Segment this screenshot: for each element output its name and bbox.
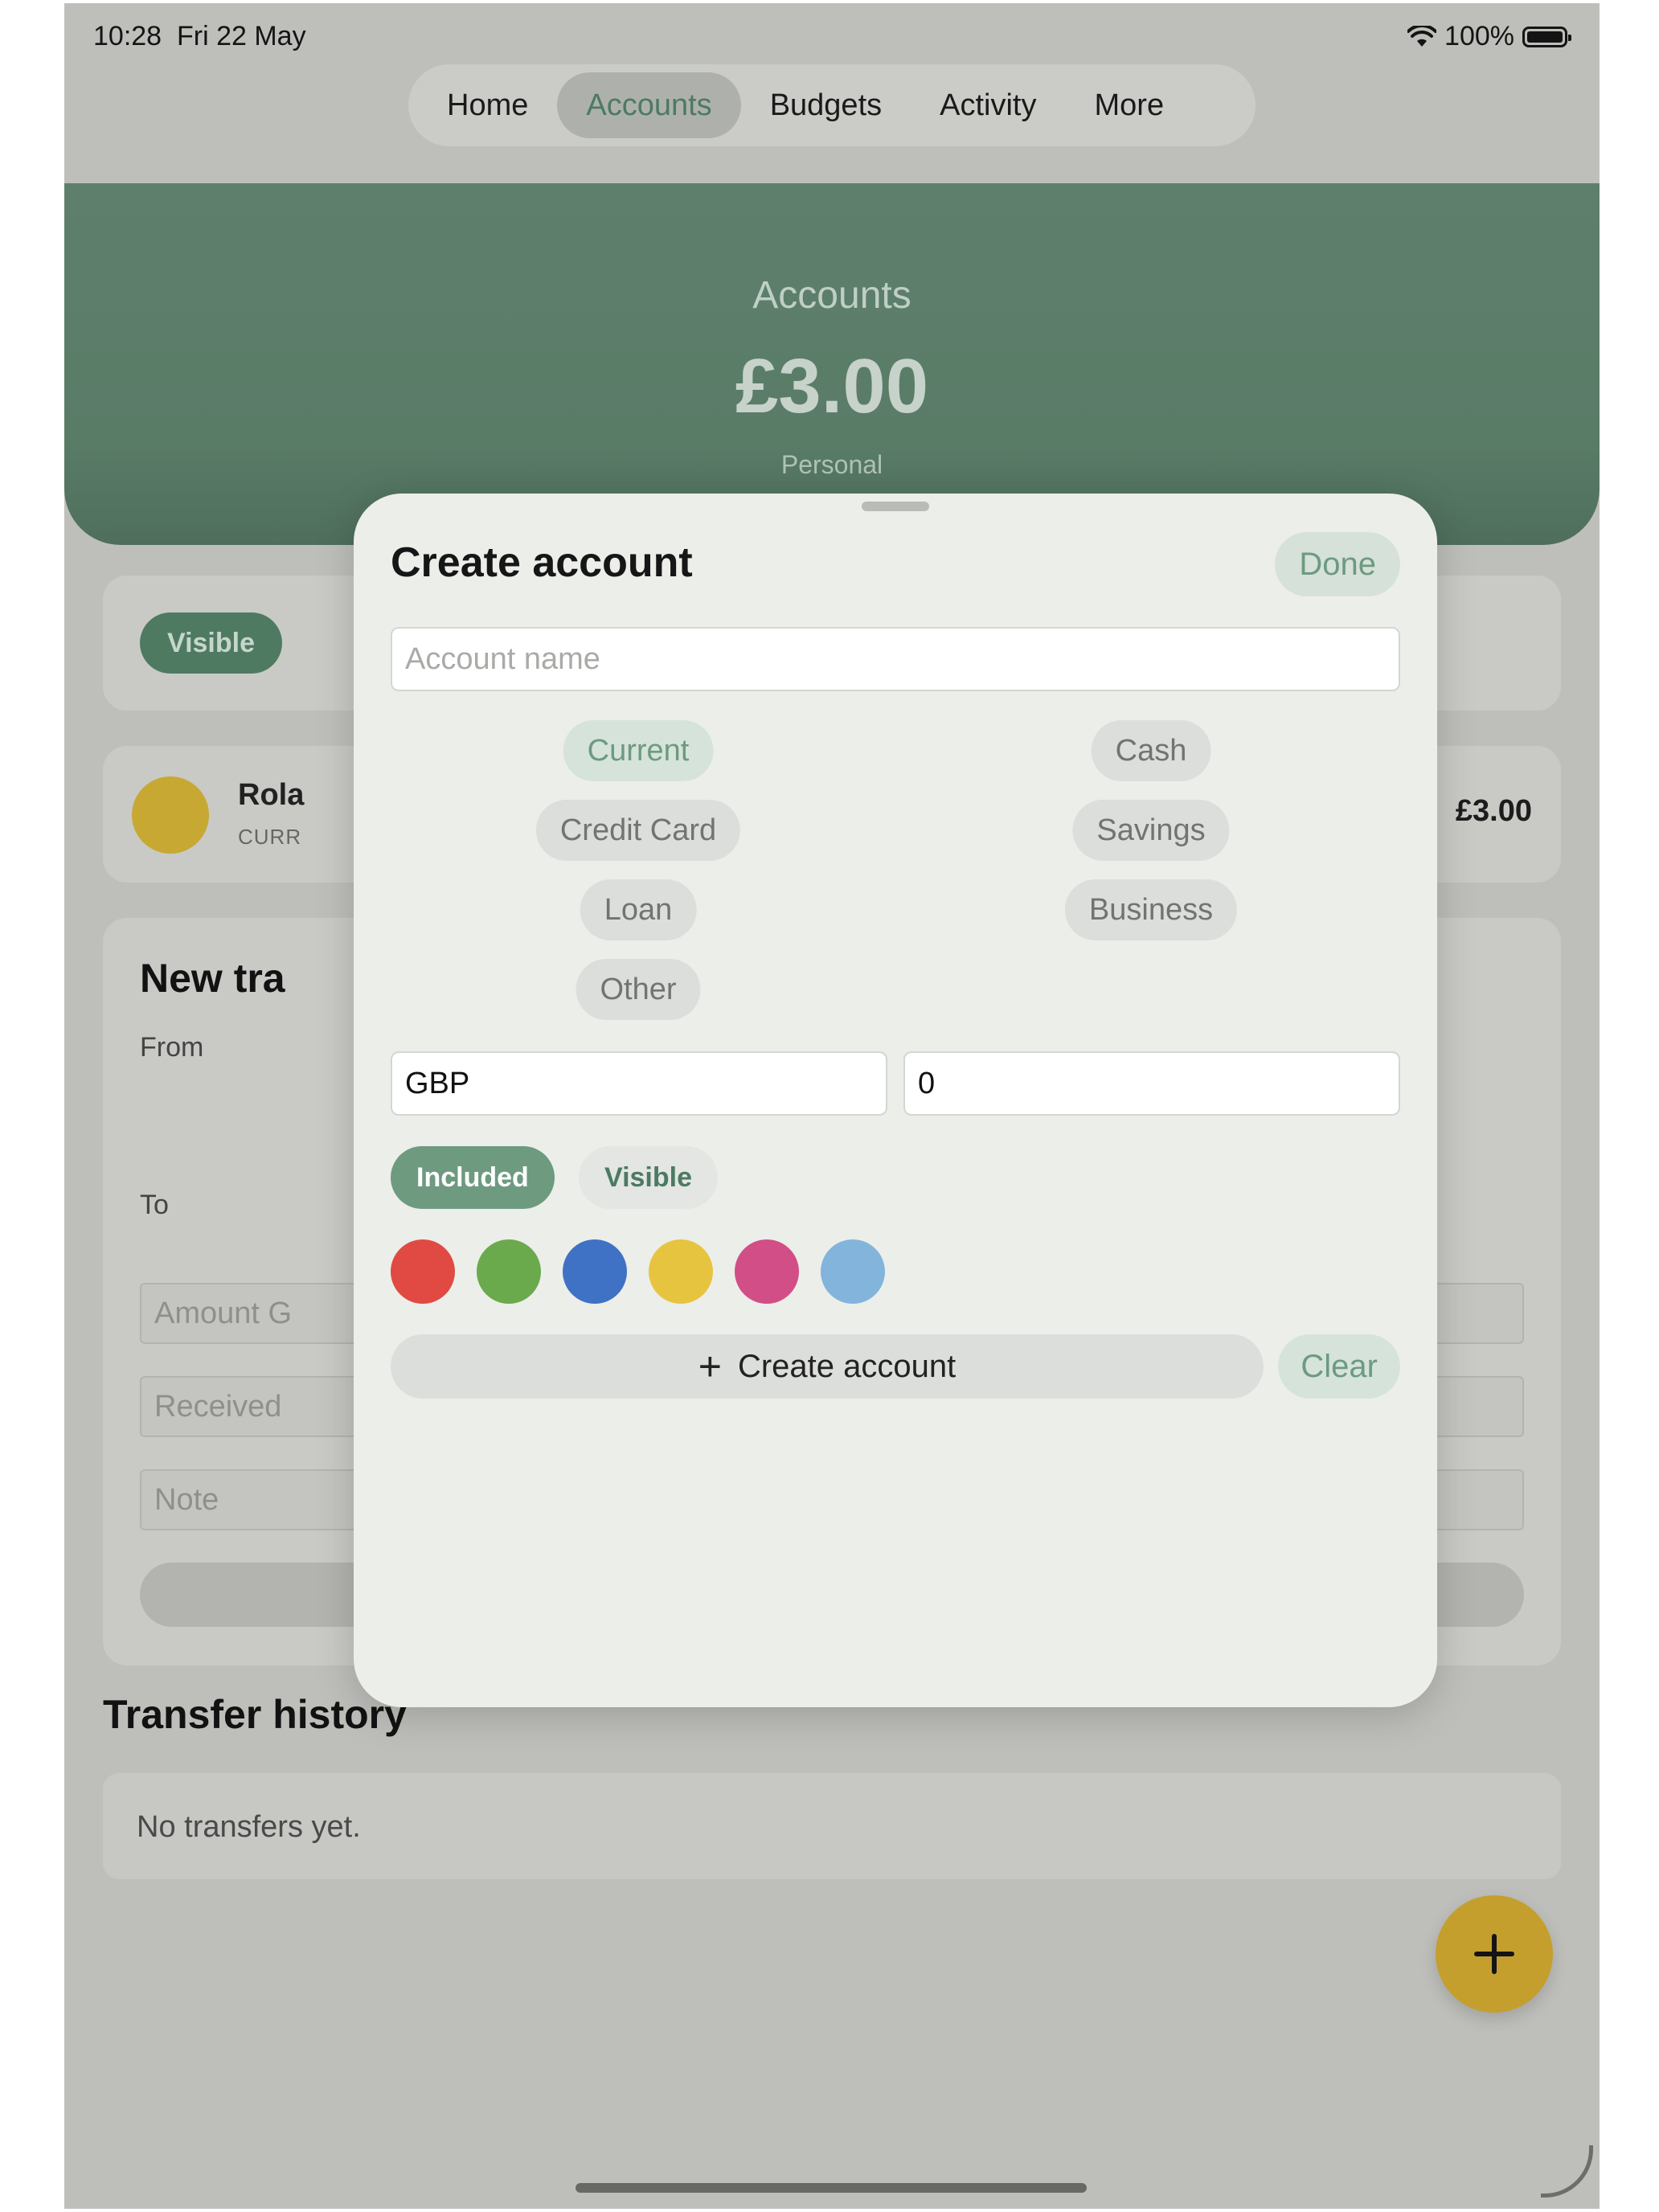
battery-percent: 100% bbox=[1444, 21, 1514, 51]
color-swatch-blue[interactable] bbox=[563, 1239, 627, 1304]
opening-balance-input[interactable] bbox=[903, 1051, 1400, 1116]
sheet-grabber[interactable] bbox=[862, 502, 929, 511]
plus-icon: + bbox=[698, 1344, 722, 1389]
account-color-dot bbox=[132, 776, 209, 854]
done-button[interactable]: Done bbox=[1275, 532, 1400, 596]
top-nav: Home Accounts Budgets Activity More bbox=[408, 64, 1256, 146]
color-swatch-green[interactable] bbox=[477, 1239, 541, 1304]
home-indicator bbox=[576, 2183, 1087, 2193]
wifi-icon bbox=[1407, 25, 1437, 47]
account-balance: £3.00 bbox=[1455, 794, 1532, 828]
account-name-input[interactable] bbox=[391, 627, 1400, 691]
included-toggle[interactable]: Included bbox=[391, 1146, 555, 1209]
status-indicators: 100% bbox=[1407, 21, 1571, 52]
type-cash-pill[interactable]: Cash bbox=[1091, 720, 1211, 781]
status-time: 10:28 Fri 22 May bbox=[93, 21, 306, 51]
from-label: From bbox=[140, 1032, 204, 1063]
header-title: Accounts bbox=[752, 274, 911, 317]
tab-accounts[interactable]: Accounts bbox=[557, 72, 741, 138]
account-name: Rola bbox=[238, 778, 305, 812]
header-subtitle: Personal bbox=[780, 450, 883, 479]
transfer-history-card: No transfers yet. bbox=[103, 1773, 1561, 1879]
color-swatch-pink[interactable] bbox=[735, 1239, 799, 1304]
create-account-button[interactable]: + Create account bbox=[391, 1334, 1264, 1399]
type-savings-pill[interactable]: Savings bbox=[1072, 800, 1230, 861]
clear-button[interactable]: Clear bbox=[1278, 1334, 1400, 1399]
type-other-pill[interactable]: Other bbox=[576, 959, 701, 1020]
color-swatch-yellow[interactable] bbox=[649, 1239, 713, 1304]
type-current-pill[interactable]: Current bbox=[563, 720, 714, 781]
tab-more[interactable]: More bbox=[1066, 72, 1194, 138]
filter-visible-pill[interactable]: Visible bbox=[140, 612, 282, 674]
currency-input[interactable] bbox=[391, 1051, 887, 1116]
tab-budgets[interactable]: Budgets bbox=[741, 72, 911, 138]
transfer-history-title: Transfer history bbox=[103, 1692, 407, 1737]
create-account-label: Create account bbox=[737, 1348, 956, 1384]
accounts-header: Accounts £3.00 Personal bbox=[64, 183, 1600, 545]
total-balance: £3.00 bbox=[735, 343, 929, 429]
create-account-sheet: Create account Done Current Cash Credit … bbox=[354, 494, 1437, 1707]
sheet-title: Create account bbox=[391, 539, 693, 586]
color-swatch-red[interactable] bbox=[391, 1239, 455, 1304]
type-business-pill[interactable]: Business bbox=[1064, 879, 1238, 940]
tab-activity[interactable]: Activity bbox=[911, 72, 1065, 138]
type-loan-pill[interactable]: Loan bbox=[580, 879, 697, 940]
resize-corner-icon bbox=[1541, 2145, 1593, 2198]
history-empty-text: No transfers yet. bbox=[137, 1810, 361, 1844]
app-window: 10:28 Fri 22 May 100% Home Accounts Budg… bbox=[64, 3, 1600, 2209]
type-credit-card-pill[interactable]: Credit Card bbox=[535, 800, 741, 861]
add-fab-button[interactable] bbox=[1436, 1895, 1553, 2013]
visible-toggle[interactable]: Visible bbox=[579, 1146, 718, 1209]
tab-home[interactable]: Home bbox=[418, 72, 557, 138]
account-type: CURR bbox=[238, 825, 302, 849]
transfer-title: New tra bbox=[140, 956, 285, 1001]
color-swatch-light-blue[interactable] bbox=[821, 1239, 885, 1304]
battery-icon bbox=[1522, 26, 1571, 47]
to-label: To bbox=[140, 1190, 169, 1220]
